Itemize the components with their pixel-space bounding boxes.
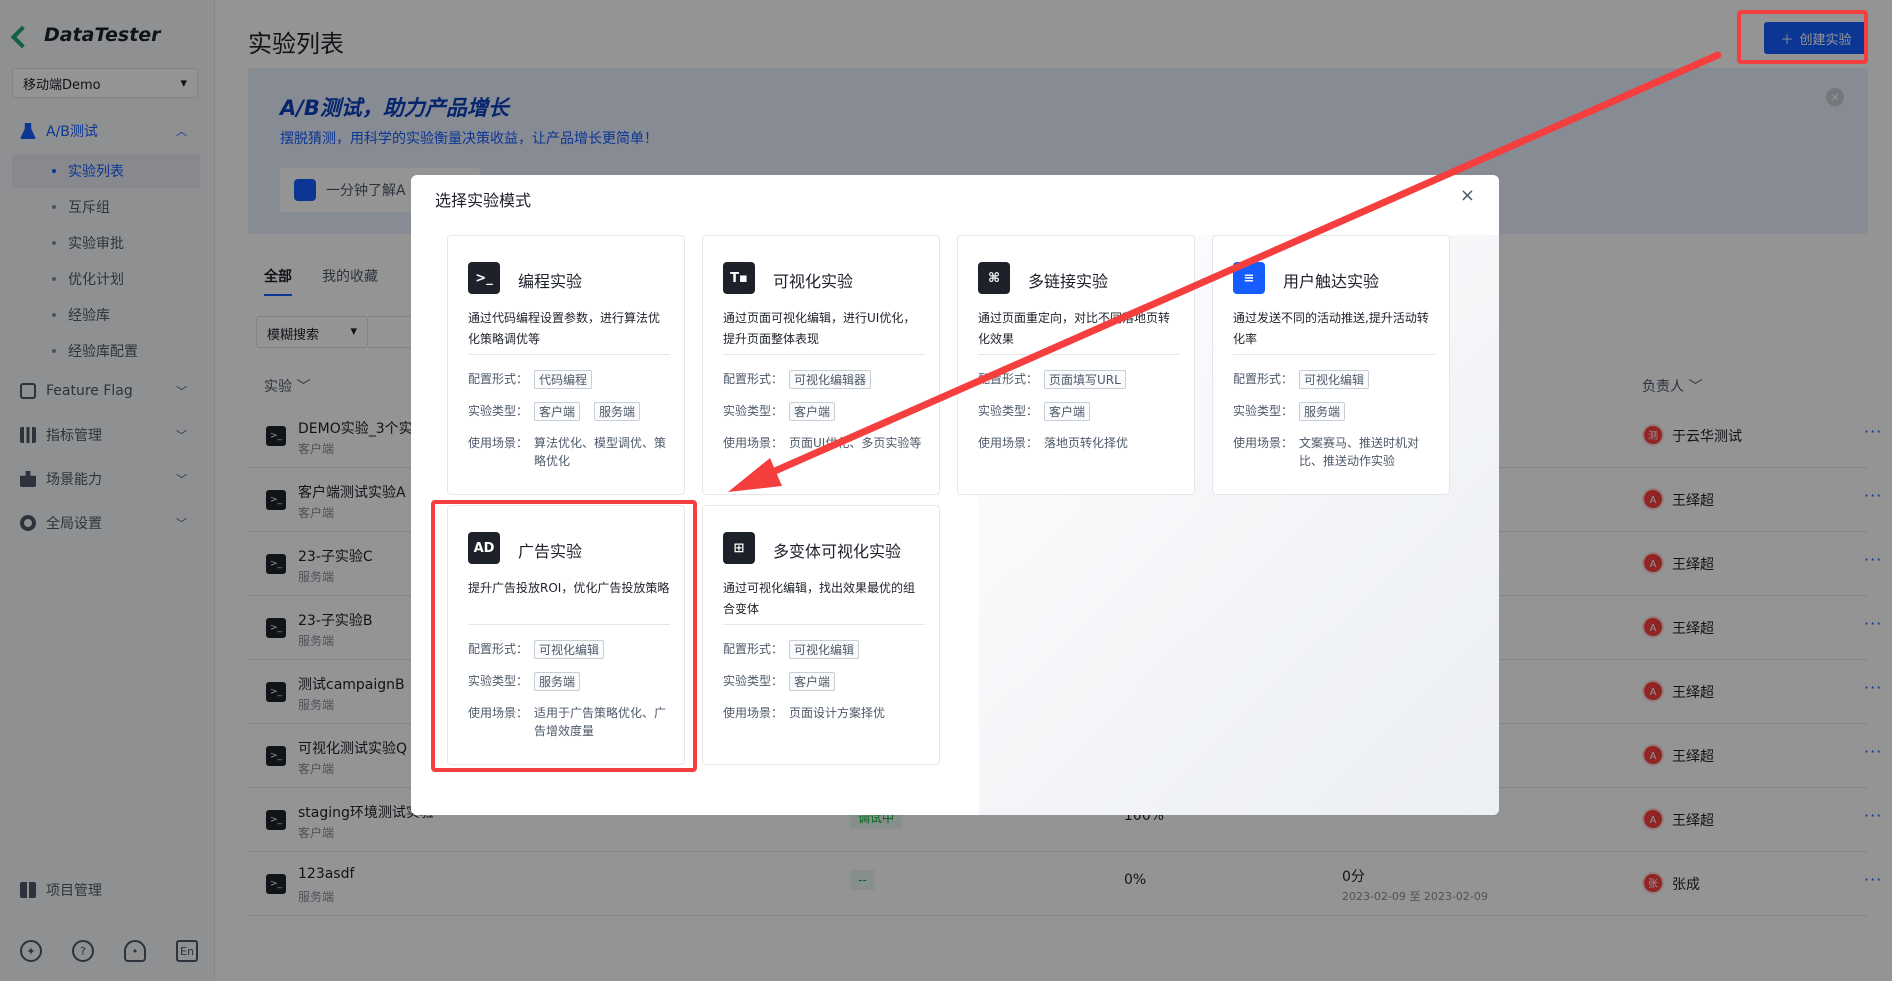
mode-card[interactable]: T▪ 可视化实验通过页面可视化编辑，进行UI优化，提升页面整体表现配置形式： 可视化… (702, 235, 940, 495)
config-line: 配置形式： 可视化编辑 (1233, 370, 1443, 389)
type-tag: 服务端 (1299, 402, 1346, 421)
config-tag: 可视化编辑 (789, 640, 860, 659)
config-line: 配置形式： 可视化编辑 (723, 640, 933, 659)
mode-card-title: 多变体可视化实验 (773, 542, 902, 561)
type-label: 实验类型： (1233, 404, 1294, 418)
mode-card-desc: 通过代码编程设置参数，进行算法优化策略调优等 (468, 311, 661, 346)
type-label: 实验类型： (723, 404, 784, 418)
divider (468, 354, 670, 355)
config-tag: 代码编程 (534, 370, 593, 389)
config-label: 配置形式： (1233, 372, 1294, 386)
config-line: 配置形式： 可视化编辑器 (723, 370, 933, 389)
mode-card-desc: 通过页面可视化编辑，进行UI优化，提升页面整体表现 (723, 311, 916, 346)
scene-line: 使用场景： 落地页转化择优 (978, 434, 1188, 452)
scene-value: 页面UI优化、多页实验等 (789, 436, 922, 450)
type-line: 实验类型： 客户端 (978, 402, 1188, 421)
scene-value: 文案赛马、推送时机对比、推送动作实验 (1299, 436, 1420, 468)
type-tag: 客户端 (789, 672, 836, 691)
divider (978, 354, 1180, 355)
sitemap-icon: ⌘ (978, 262, 1010, 294)
divider (723, 624, 925, 625)
mode-card[interactable]: >_ 编程实验通过代码编程设置参数，进行算法优化策略调优等配置形式： 代码编程实验类… (447, 235, 685, 495)
config-label: 配置形式： (978, 372, 1039, 386)
visual-icon: T▪ (723, 262, 755, 294)
scene-line: 使用场景： 文案赛马、推送时机对比、推送动作实验 (1233, 434, 1443, 470)
terminal-icon: >_ (468, 262, 500, 294)
close-icon[interactable]: × (1460, 185, 1475, 206)
scene-value: 落地页转化择优 (1044, 436, 1129, 450)
highlight-ad-card (431, 500, 697, 772)
config-tag: 可视化编辑 (1299, 370, 1370, 389)
mode-card-title: 编程实验 (518, 272, 583, 291)
type-label: 实验类型： (978, 404, 1039, 418)
scene-line: 使用场景： 页面UI优化、多页实验等 (723, 434, 933, 452)
divider (723, 354, 925, 355)
config-label: 配置形式： (723, 372, 784, 386)
scene-label: 使用场景： (468, 436, 529, 450)
scene-value: 算法优化、模型调优、策略优化 (534, 436, 667, 468)
type-line: 实验类型： 客户端 (723, 672, 933, 691)
scene-value: 页面设计方案择优 (789, 706, 886, 720)
app-root: DataTester 移动端Demo ▾ A/B测试 ︿ 实验列表 互斥组 实验… (0, 0, 1892, 981)
type-label: 实验类型： (723, 674, 784, 688)
scene-line: 使用场景： 页面设计方案择优 (723, 704, 933, 722)
mode-card-desc: 通过可视化编辑，找出效果最优的组合变体 (723, 581, 916, 616)
config-line: 配置形式： 页面填写URL (978, 370, 1188, 389)
type-tag: 服务端 (594, 402, 641, 421)
mode-card-title: 可视化实验 (773, 272, 854, 291)
divider (1233, 354, 1435, 355)
type-tag: 客户端 (1044, 402, 1091, 421)
scene-label: 使用场景： (1233, 436, 1294, 450)
config-line: 配置形式： 代码编程 (468, 370, 678, 389)
multivariant-icon: ⊞ (723, 532, 755, 564)
mode-card-desc: 通过页面重定向，对比不同落地页转化效果 (978, 311, 1171, 346)
type-tag: 客户端 (534, 402, 581, 421)
mode-card[interactable]: ⌘ 多链接实验通过页面重定向，对比不同落地页转化效果配置形式： 页面填写URL 实验类… (957, 235, 1195, 495)
config-tag: 页面填写URL (1044, 370, 1126, 389)
modal-title: 选择实验模式 (435, 191, 532, 210)
message-icon: ≡ (1233, 262, 1265, 294)
mode-card[interactable]: ≡ 用户触达实验通过发送不同的活动推送,提升活动转化率配置形式： 可视化编辑实验类型… (1212, 235, 1450, 495)
mode-card-title: 用户触达实验 (1283, 272, 1380, 291)
type-tag: 客户端 (789, 402, 836, 421)
type-label: 实验类型： (468, 404, 529, 418)
config-label: 配置形式： (723, 642, 784, 656)
scene-label: 使用场景： (723, 436, 784, 450)
mode-card-desc: 通过发送不同的活动推送,提升活动转化率 (1233, 311, 1429, 346)
scene-line: 使用场景： 算法优化、模型调优、策略优化 (468, 434, 678, 470)
mode-card-title: 多链接实验 (1028, 272, 1109, 291)
type-line: 实验类型： 客户端 (723, 402, 933, 421)
type-line: 实验类型： 客户端 服务端 (468, 402, 678, 421)
highlight-create-button (1737, 10, 1868, 64)
config-tag: 可视化编辑器 (789, 370, 872, 389)
scene-label: 使用场景： (978, 436, 1039, 450)
scene-label: 使用场景： (723, 706, 784, 720)
config-label: 配置形式： (468, 372, 529, 386)
mode-card[interactable]: ⊞ 多变体可视化实验通过可视化编辑，找出效果最优的组合变体配置形式： 可视化编辑实验… (702, 505, 940, 765)
type-line: 实验类型： 服务端 (1233, 402, 1443, 421)
